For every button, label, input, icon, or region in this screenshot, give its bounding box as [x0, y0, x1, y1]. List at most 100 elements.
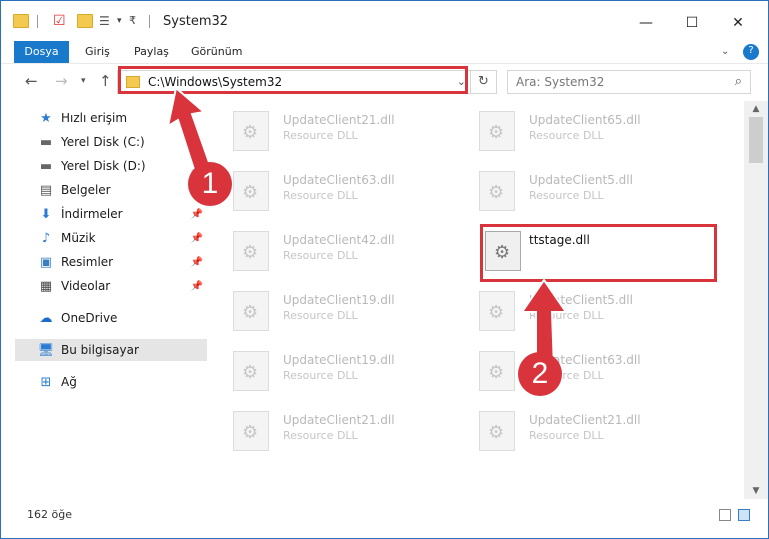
file-name: UpdateClient19.dll	[283, 353, 395, 367]
sidebar-item-label: Resimler	[61, 255, 114, 269]
pin-icon: 📌	[190, 208, 203, 220]
help-icon[interactable]: ?	[743, 44, 759, 60]
drive-icon: ▬	[39, 134, 53, 150]
divider	[149, 15, 150, 28]
file-type: Resource DLL	[283, 429, 358, 442]
file-name: UpdateClient5.dll	[529, 173, 633, 187]
music-icon: ♪	[41, 230, 51, 246]
document-icon: ▤	[39, 182, 53, 198]
scroll-down-icon[interactable]: ▼	[744, 483, 768, 499]
scroll-thumb[interactable]	[749, 117, 763, 163]
ribbon-tabs: Dosya Giriş Paylaş Görünüm ⌄ ?	[1, 41, 768, 63]
tab-share[interactable]: Paylaş	[134, 41, 169, 63]
up-icon[interactable]: ↑	[99, 72, 112, 90]
file-item[interactable]: UpdateClient5.dll Resource DLL	[457, 285, 697, 335]
download-icon: ⬇	[40, 206, 52, 222]
dll-file-icon	[233, 291, 269, 331]
sidebar-item-label: Müzik	[61, 231, 96, 245]
file-name: UpdateClient21.dll	[283, 413, 395, 427]
vertical-scrollbar[interactable]: ▲ ▼	[744, 101, 768, 499]
file-item[interactable]: UpdateClient63.dll Resource DLL	[457, 345, 697, 395]
sidebar-item-label: OneDrive	[61, 311, 118, 325]
file-name: UpdateClient63.dll	[283, 173, 395, 187]
file-type: Resource DLL	[529, 429, 604, 442]
file-name: UpdateClient19.dll	[283, 293, 395, 307]
window-title: System32	[163, 14, 229, 29]
sidebar-item-onedrive[interactable]: ☁ OneDrive	[15, 307, 207, 329]
search-placeholder: Ara: System32	[516, 75, 605, 89]
sidebar-item-this-pc[interactable]: 🖥 Bu bilgisayar	[15, 339, 207, 361]
details-view-icon[interactable]	[719, 509, 731, 521]
large-icons-view-icon[interactable]	[738, 509, 750, 521]
step-1-badge: 1	[188, 162, 232, 206]
scroll-up-icon[interactable]: ▲	[744, 101, 768, 117]
pin-icon: 📌	[190, 256, 203, 268]
file-item[interactable]: UpdateClient21.dll Resource DLL	[211, 105, 451, 155]
sidebar-item-label: Bu bilgisayar	[61, 343, 139, 357]
forward-icon[interactable]: →	[55, 72, 68, 90]
file-type: Resource DLL	[283, 249, 358, 262]
sidebar-item-label: Videolar	[61, 279, 111, 293]
dll-file-icon	[233, 351, 269, 391]
back-icon[interactable]: ←	[25, 72, 38, 90]
file-name: UpdateClient21.dll	[529, 413, 641, 427]
sidebar-item-network[interactable]: ⊞ Ağ	[15, 371, 207, 393]
file-item[interactable]: UpdateClient5.dll Resource DLL	[457, 165, 697, 215]
network-icon: ⊞	[40, 374, 52, 390]
file-item[interactable]: UpdateClient19.dll Resource DLL	[211, 345, 451, 395]
file-list: UpdateClient21.dll Resource DLL UpdateCl…	[211, 101, 744, 499]
sidebar-item-music[interactable]: ♪ Müzik 📌	[15, 227, 207, 249]
tab-view[interactable]: Görünüm	[191, 41, 242, 63]
file-item[interactable]: UpdateClient21.dll Resource DLL	[457, 405, 697, 455]
sidebar-item-pictures[interactable]: ▣ Resimler 📌	[15, 251, 207, 273]
sidebar-item-label: Yerel Disk (C:)	[61, 135, 145, 149]
dll-file-icon	[479, 111, 515, 151]
view-options-icon[interactable]: ☰	[99, 14, 115, 28]
sidebar-item-label: Ağ	[61, 375, 77, 389]
status-bar: 162 öğe	[1, 499, 768, 538]
new-folder-icon[interactable]	[77, 14, 93, 28]
maximize-button[interactable]: ☐	[669, 9, 715, 37]
dll-file-icon	[233, 171, 269, 211]
file-highlight-box	[480, 224, 717, 282]
folder-icon	[13, 14, 29, 28]
minimize-button[interactable]: —	[623, 9, 669, 37]
pin-icon: 📌	[190, 232, 203, 244]
star-icon: ★	[40, 110, 52, 126]
pin-icon: 📌	[190, 280, 203, 292]
tab-home[interactable]: Giriş	[85, 41, 110, 63]
chevron-down-icon[interactable]: ⌄	[721, 41, 729, 63]
step-2-badge: 2	[518, 352, 562, 396]
sidebar-item-label: Hızlı erişim	[61, 111, 128, 125]
file-type: Resource DLL	[529, 189, 604, 202]
tab-file[interactable]: Dosya	[14, 41, 69, 63]
customize-toolbar-icon[interactable]: ₹	[129, 14, 145, 28]
sidebar-item-videos[interactable]: ▦ Videolar 📌	[15, 275, 207, 297]
dll-file-icon	[233, 111, 269, 151]
computer-icon: 🖥	[37, 342, 55, 358]
file-item[interactable]: UpdateClient19.dll Resource DLL	[211, 285, 451, 335]
file-name: UpdateClient42.dll	[283, 233, 395, 247]
dll-file-icon	[479, 351, 515, 391]
sidebar-item-label: İndirmeler	[61, 207, 123, 221]
file-type: Resource DLL	[529, 129, 604, 142]
file-item[interactable]: UpdateClient21.dll Resource DLL	[211, 405, 451, 455]
file-name: UpdateClient21.dll	[283, 113, 395, 127]
dll-file-icon	[233, 231, 269, 271]
properties-icon[interactable]: ☑	[53, 14, 69, 28]
dll-file-icon	[479, 411, 515, 451]
item-count: 162 öğe	[27, 508, 72, 521]
close-button[interactable]: ✕	[715, 9, 761, 37]
file-type: Resource DLL	[283, 129, 358, 142]
dll-file-icon	[233, 411, 269, 451]
refresh-icon[interactable]: ↻	[470, 71, 496, 93]
search-icon[interactable]: ⌕	[735, 74, 742, 89]
sidebar-item-downloads[interactable]: ⬇ İndirmeler 📌	[15, 203, 207, 225]
file-item[interactable]: UpdateClient65.dll Resource DLL	[457, 105, 697, 155]
drive-icon: ▬	[39, 158, 53, 174]
search-input[interactable]: Ara: System32 ⌕	[507, 70, 751, 94]
recent-locations-icon[interactable]: ▾	[81, 76, 86, 86]
file-item[interactable]: UpdateClient63.dll Resource DLL	[211, 165, 451, 215]
sidebar-item-label: Belgeler	[61, 183, 111, 197]
file-item[interactable]: UpdateClient42.dll Resource DLL	[211, 225, 451, 275]
